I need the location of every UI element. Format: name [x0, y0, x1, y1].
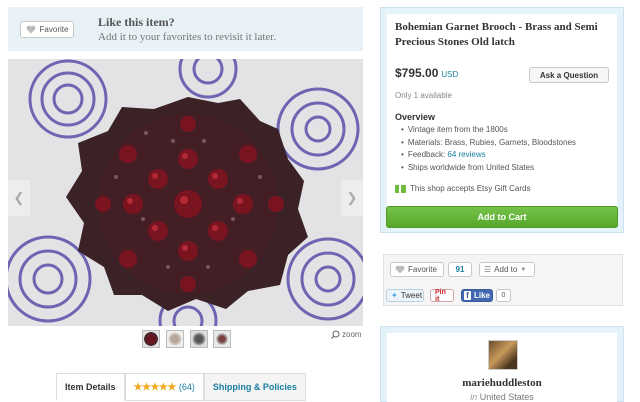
gift-cards-note: This shop accepts Etsy Gift Cards — [395, 184, 531, 193]
tweet-label: Tweet — [400, 291, 423, 300]
magnifier-icon — [331, 330, 340, 339]
facebook-icon: f — [464, 291, 471, 300]
favorite-banner-subtitle: Add it to your favorites to revisit it l… — [98, 31, 277, 43]
chevron-down-icon: ▼ — [520, 266, 527, 273]
next-image-button[interactable]: ❯ — [341, 180, 363, 216]
favorite-button[interactable]: Favorite — [20, 21, 74, 38]
chevron-left-icon: ❮ — [13, 190, 25, 205]
tweet-button[interactable]: ✦ Tweet — [386, 289, 424, 302]
list-item: Materials: Brass, Rubies, Garnets, Blood… — [401, 137, 576, 150]
thumbnail-3[interactable] — [190, 330, 208, 348]
chevron-right-icon: ❯ — [346, 190, 358, 205]
overview-list: Vintage item from the 1800s Materials: B… — [401, 124, 576, 174]
like-count: 0 — [496, 289, 511, 302]
heart-icon — [26, 25, 35, 34]
details-tabs: Item Details ★★★★★ (64) Shipping & Polic… — [56, 373, 306, 401]
ask-question-button[interactable]: Ask a Question — [529, 67, 609, 83]
review-count: (64) — [178, 382, 195, 392]
shop-card: mariehuddleston in United States — [387, 333, 617, 402]
shop-avatar[interactable] — [488, 340, 518, 370]
currency-code[interactable]: USD — [441, 70, 458, 79]
list-item: Ships worldwide from United States — [401, 162, 576, 175]
add-to-list-dropdown[interactable]: ☰ Add to ▼ — [479, 262, 535, 277]
item-info-card: Bohemian Garnet Brooch - Brass and Semi … — [387, 14, 617, 209]
shop-location: in United States — [387, 392, 617, 402]
list-item: Vintage item from the 1800s — [401, 124, 576, 137]
favorite-item-button[interactable]: Favorite — [390, 262, 444, 277]
availability-text: Only 1 available — [395, 91, 452, 100]
social-panel: Favorite 91 ☰ Add to ▼ ✦ Tweet Pin it f … — [383, 254, 623, 306]
favorite-banner: Favorite Like this item? Add it to your … — [8, 7, 363, 51]
location-value: United States — [479, 392, 534, 402]
price-value: $795.00 — [395, 66, 439, 80]
tab-reviews[interactable]: ★★★★★ (64) — [124, 373, 204, 401]
tab-shipping-label: Shipping & Policies — [212, 382, 297, 392]
shop-panel: mariehuddleston in United States — [380, 326, 624, 402]
overview-heading: Overview — [395, 112, 436, 122]
list-icon: ☰ — [484, 265, 492, 274]
thumbnail-1[interactable] — [142, 330, 160, 348]
thumbnail-4[interactable] — [213, 330, 231, 348]
rating-stars: ★★★★★ — [133, 381, 177, 393]
location-prefix: in — [470, 392, 478, 402]
tab-shipping-policies[interactable]: Shipping & Policies — [203, 373, 306, 401]
item-title: Bohemian Garnet Brooch - Brass and Semi … — [395, 21, 598, 48]
tab-item-details[interactable]: Item Details — [56, 373, 125, 401]
facebook-like-button[interactable]: f Like — [461, 289, 493, 302]
main-product-image[interactable]: ❮ ❯ — [8, 59, 363, 326]
add-to-label: Add to — [494, 265, 518, 274]
like-label: Like — [473, 291, 490, 300]
zoom-link[interactable]: zoom — [331, 330, 362, 339]
thumbnail-2[interactable] — [166, 330, 184, 348]
garnet-brooch-image — [8, 59, 363, 326]
favorite-banner-title: Like this item? — [98, 15, 175, 29]
item-info-panel: Bohemian Garnet Brooch - Brass and Semi … — [380, 7, 624, 233]
heart-icon — [395, 265, 405, 274]
gift-cards-label: This shop accepts Etsy Gift Cards — [410, 184, 531, 193]
zoom-label: zoom — [342, 330, 362, 339]
tab-item-details-label: Item Details — [65, 382, 116, 392]
twitter-bird-icon: ✦ — [391, 291, 398, 300]
list-item: Feedback: 64 reviews — [401, 149, 576, 162]
previous-image-button[interactable]: ❮ — [8, 180, 30, 216]
favorite-button-label: Favorite — [39, 25, 69, 34]
favorite-item-label: Favorite — [408, 265, 437, 274]
add-to-cart-button[interactable]: Add to Cart — [386, 206, 618, 228]
feedback-reviews-link[interactable]: 64 reviews — [447, 150, 485, 159]
favorite-count[interactable]: 91 — [448, 262, 472, 277]
pin-it-button[interactable]: Pin it — [430, 289, 454, 303]
item-price: $795.00 USD — [395, 66, 458, 80]
feedback-label: Feedback: — [407, 150, 448, 159]
shop-name[interactable]: mariehuddleston — [387, 377, 617, 389]
gift-card-icon — [395, 184, 406, 193]
